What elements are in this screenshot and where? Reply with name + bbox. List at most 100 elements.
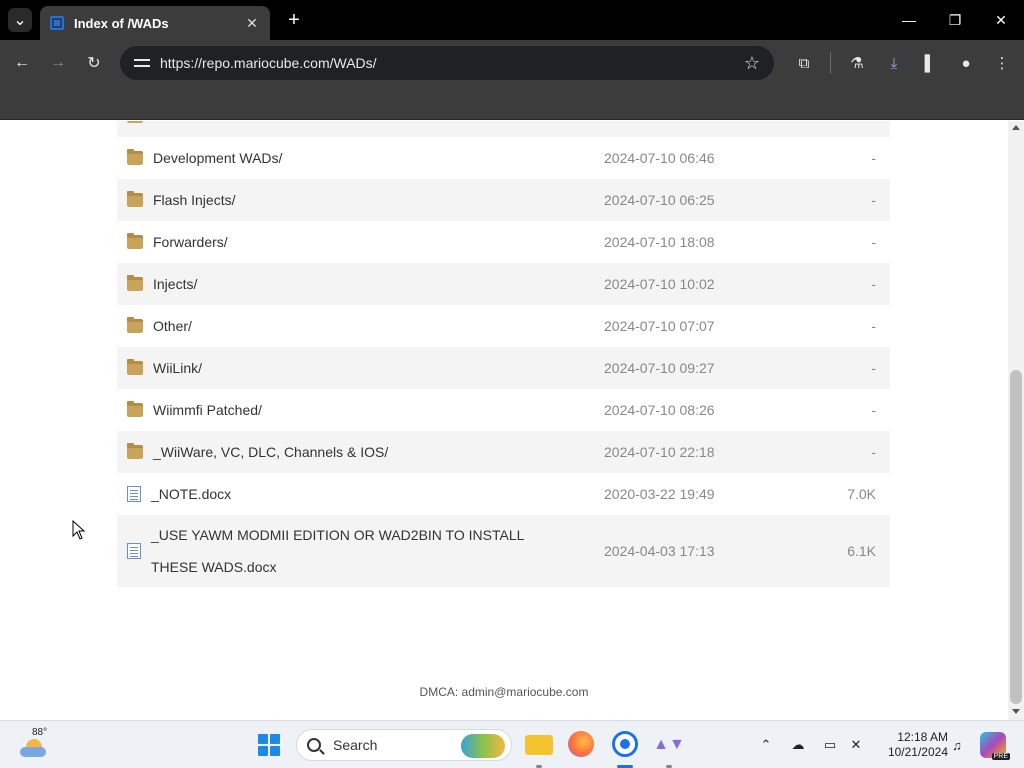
browser-toolbar: ← → ↻ https://repo.mariocube.com/WADs/ ☆…	[0, 40, 1024, 86]
folder-icon	[127, 275, 143, 291]
document-icon	[127, 486, 141, 502]
document-icon	[127, 543, 141, 559]
tab-active[interactable]: Index of /WADs ✕	[40, 6, 270, 40]
listing-row[interactable]	[117, 121, 890, 137]
back-icon[interactable]: ←	[9, 50, 35, 76]
tab-close-icon[interactable]: ✕	[244, 15, 260, 31]
mouse-cursor-icon	[72, 520, 86, 540]
entry-size: -	[871, 318, 876, 334]
entry-name-link[interactable]: Wiimmfi Patched/	[153, 394, 573, 426]
entry-date: 2024-04-03 17:13	[604, 543, 715, 559]
entry-size: 6.1K	[847, 543, 876, 559]
minimize-button[interactable]: —	[886, 0, 932, 40]
taskbar-search[interactable]: Search	[296, 729, 512, 761]
scroll-up-icon[interactable]	[1012, 125, 1020, 130]
entry-name-link[interactable]: _NOTE.docx	[151, 478, 571, 510]
tab-bar: ⌄ Index of /WADs ✕ + — ❐ ✕	[0, 0, 1024, 40]
page-favicon-icon	[50, 16, 64, 30]
site-info-icon[interactable]	[134, 55, 150, 71]
weather-temp: 88°	[32, 727, 48, 738]
system-clock[interactable]: 12:18 AM 10/21/2024	[872, 730, 948, 760]
file-explorer-icon[interactable]	[525, 735, 553, 755]
page-scrollbar[interactable]	[1008, 121, 1024, 720]
extensions-icon[interactable]: ⧉	[793, 52, 815, 74]
listing-row[interactable]: _WiiWare, VC, DLC, Channels & IOS/2024-0…	[117, 431, 890, 473]
entry-date: 2024-07-10 18:08	[604, 234, 715, 250]
bookmark-star-icon[interactable]: ☆	[744, 53, 760, 74]
listing-row[interactable]: _USE YAWM MODMII EDITION OR WAD2BIN TO I…	[117, 515, 890, 587]
reload-icon[interactable]: ↻	[81, 50, 107, 76]
file-listing: Development WADs/2024-07-10 06:46- Flash …	[117, 121, 890, 587]
entry-name-link[interactable]: Development WADs/	[153, 142, 573, 174]
download-icon[interactable]: ⤓	[883, 52, 905, 74]
entry-name-link[interactable]: _WiiWare, VC, DLC, Channels & IOS/	[153, 436, 573, 468]
clock-date: 10/21/2024	[887, 745, 948, 759]
listing-row[interactable]: Forwarders/2024-07-10 18:08 -	[117, 221, 890, 263]
windows-taskbar: 88° Search ▲▼ ⌃ ☁ ▭ ✕ 12:18 AM 10/21/202…	[0, 720, 1024, 768]
entry-date: 2024-07-10 09:27	[604, 360, 715, 376]
listing-row[interactable]: WiiLink/2024-07-10 09:27 -	[117, 347, 890, 389]
scroll-thumb[interactable]	[1010, 370, 1022, 704]
folder-icon	[127, 401, 143, 417]
url-text[interactable]: https://repo.mariocube.com/WADs/	[160, 55, 744, 71]
entry-size: -	[871, 192, 876, 208]
cloud-icon	[20, 747, 46, 757]
bookmarks-bar	[0, 86, 1024, 120]
menu-more-icon[interactable]: ⋮	[991, 52, 1013, 74]
chrome-icon[interactable]	[612, 731, 638, 757]
folder-icon	[127, 121, 143, 123]
entry-name-link[interactable]: Injects/	[153, 268, 573, 300]
entry-name-link[interactable]: Forwarders/	[153, 226, 573, 258]
forward-icon[interactable]: →	[45, 50, 71, 76]
listing-row[interactable]: Wiimmfi Patched/2024-07-10 08:26 -	[117, 389, 890, 431]
entry-date: 2024-07-10 06:46	[604, 150, 715, 166]
profile-avatar-icon[interactable]: ●	[955, 52, 977, 74]
notification-bell-icon[interactable]: ♫	[947, 735, 967, 755]
folder-icon	[127, 359, 143, 375]
copilot-icon[interactable]: PRE	[980, 732, 1010, 760]
chevron-down-icon: ⌄	[13, 12, 27, 29]
restore-button[interactable]: ❐	[932, 0, 978, 40]
page-viewport: Development WADs/2024-07-10 06:46- Flash …	[0, 121, 1008, 720]
entry-name-link[interactable]: _USE YAWM MODMII EDITION OR WAD2BIN TO I…	[151, 519, 571, 583]
firefox-icon[interactable]	[568, 731, 594, 757]
scroll-down-icon[interactable]	[1012, 709, 1020, 714]
new-tab-button[interactable]: +	[282, 8, 306, 32]
listing-row[interactable]: Injects/2024-07-10 10:02 -	[117, 263, 890, 305]
entry-name-link[interactable]: Other/	[153, 310, 573, 342]
entry-name-link[interactable]: WiiLink/	[153, 352, 573, 384]
entry-date: 2024-07-10 06:25	[604, 192, 715, 208]
footer-dmca: DMCA: admin@mariocube.com	[419, 685, 589, 699]
tray-chevron-up-icon[interactable]: ⌃	[756, 735, 776, 755]
entry-size: 7.0K	[847, 486, 876, 502]
app-launcher-icon[interactable]: ▲▼	[653, 731, 685, 759]
entry-date: 2024-07-10 22:18	[604, 444, 715, 460]
search-highlight-image	[461, 734, 505, 758]
close-window-button[interactable]: ✕	[978, 0, 1024, 40]
display-icon[interactable]: ▭	[820, 735, 840, 755]
entry-size: -	[871, 360, 876, 376]
onedrive-icon[interactable]: ☁	[788, 735, 808, 755]
folder-icon	[127, 233, 143, 249]
entry-date: 2024-07-10 10:02	[604, 276, 715, 292]
volume-muted-icon[interactable]: ✕	[846, 735, 866, 755]
entry-date: 2024-07-10 08:26	[604, 402, 715, 418]
weather-widget[interactable]: 88°	[18, 727, 52, 761]
toolbar-divider	[830, 52, 831, 74]
listing-row[interactable]: Development WADs/2024-07-10 06:46 -	[117, 137, 890, 179]
entry-name-link[interactable]: Flash Injects/	[153, 184, 573, 216]
tab-search-button[interactable]: ⌄	[8, 8, 32, 32]
entry-size: -	[871, 234, 876, 250]
entry-size: -	[871, 402, 876, 418]
entry-size: -	[871, 150, 876, 166]
entry-size: -	[871, 276, 876, 292]
listing-row[interactable]: _NOTE.docx 2020-03-22 19:49 7.0K	[117, 473, 890, 515]
listing-row[interactable]: Flash Injects/2024-07-10 06:25 -	[117, 179, 890, 221]
labs-flask-icon[interactable]: ⚗	[846, 52, 868, 74]
address-bar[interactable]: https://repo.mariocube.com/WADs/ ☆	[120, 46, 774, 80]
folder-icon	[127, 149, 143, 165]
start-button[interactable]	[258, 734, 280, 756]
listing-row[interactable]: Other/2024-07-10 07:07 -	[117, 305, 890, 347]
side-panel-icon[interactable]: ▌	[919, 52, 941, 74]
search-icon	[307, 738, 321, 752]
